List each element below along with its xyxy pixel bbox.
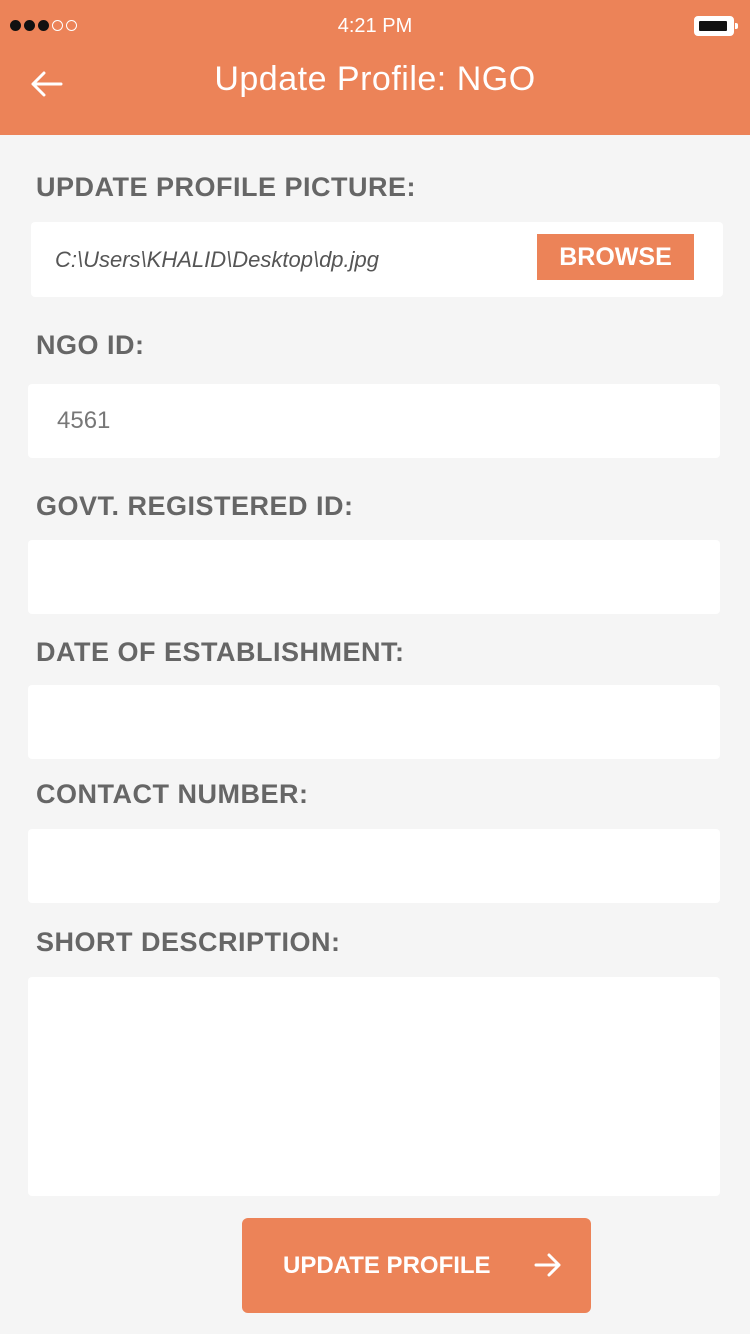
profile-picture-field: C:\Users\KHALID\Desktop\dp.jpg BROWSE xyxy=(31,222,723,297)
ngo-id-value: 4561 xyxy=(57,407,111,434)
update-profile-button[interactable]: UPDATE PROFILE xyxy=(242,1218,591,1313)
status-bar: 4:21 PM xyxy=(0,0,750,52)
short-description-field[interactable] xyxy=(28,977,720,1196)
contact-number-field[interactable] xyxy=(28,829,720,903)
contact-number-label: CONTACT NUMBER: xyxy=(36,779,309,809)
arrow-right-icon xyxy=(534,1253,561,1277)
browse-button[interactable]: BROWSE xyxy=(537,234,694,280)
status-time: 4:21 PM xyxy=(337,15,413,37)
app-header: 4:21 PM Update Profile: NGO xyxy=(0,0,750,135)
ngo-id-label: NGO ID: xyxy=(36,330,145,360)
govt-registered-id-field[interactable] xyxy=(28,540,720,614)
short-description-label: SHORT DESCRIPTION: xyxy=(36,927,341,957)
ngo-id-field[interactable]: 4561 xyxy=(28,384,720,458)
date-of-establishment-field[interactable] xyxy=(28,685,720,759)
govt-registered-id-label: GOVT. REGISTERED ID: xyxy=(36,491,354,521)
date-of-establishment-label: DATE OF ESTABLISHMENT: xyxy=(36,637,405,667)
update-profile-label: UPDATE PROFILE xyxy=(283,1252,491,1279)
profile-picture-label: UPDATE PROFILE PICTURE: xyxy=(36,172,417,202)
file-path-text: C:\Users\KHALID\Desktop\dp.jpg xyxy=(55,247,380,272)
battery-icon xyxy=(694,16,738,36)
page-title: Update Profile: NGO xyxy=(214,60,536,98)
